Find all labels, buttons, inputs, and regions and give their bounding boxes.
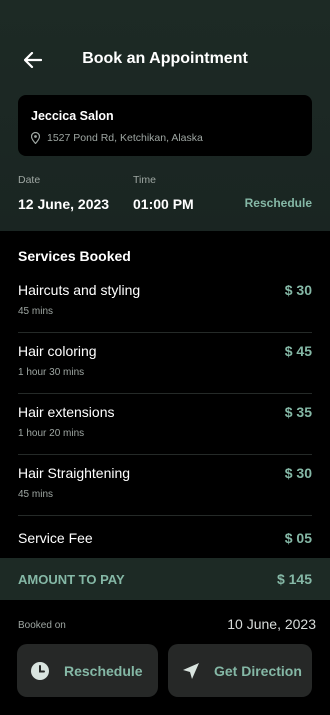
salon-address-row: 1527 Pond Rd, Ketchikan, Alaska (31, 132, 203, 144)
service-name: Hair Straightening (18, 465, 131, 481)
time-block: Time 01:00 PM (133, 174, 194, 212)
service-duration: 1 hour 20 mins (18, 428, 85, 439)
amount-value: $ 145 (276, 571, 312, 587)
service-fee-price: $ 05 (284, 530, 312, 546)
service-name: Haircuts and styling (18, 282, 141, 298)
reschedule-link[interactable]: Reschedule (245, 196, 312, 210)
services-title: Services Booked (18, 248, 131, 264)
page-title: Book an Appointment (82, 50, 248, 67)
location-pin-icon (31, 132, 40, 144)
clock-icon (31, 662, 49, 680)
booked-on-value: 10 June, 2023 (227, 616, 316, 632)
date-block: Date 12 June, 2023 (18, 174, 109, 212)
service-row: Hair extensions $ 35 1 hour 20 mins (18, 394, 312, 455)
service-duration: 45 mins (18, 306, 54, 317)
navigation-arrow-icon (183, 663, 199, 679)
service-row: Hair coloring $ 45 1 hour 30 mins (18, 333, 312, 394)
amount-label: AMOUNT TO PAY (18, 572, 125, 587)
service-row: Hair Straightening $ 30 45 mins (18, 455, 312, 516)
service-fee-label: Service Fee (18, 530, 93, 546)
service-duration: 45 mins (18, 489, 54, 500)
booked-on-label: Booked on (18, 620, 66, 631)
reschedule-button[interactable]: Reschedule (17, 644, 158, 697)
service-price: $ 30 (284, 465, 312, 481)
time-value: 01:00 PM (133, 196, 194, 212)
salon-card: Jeccica Salon 1527 Pond Rd, Ketchikan, A… (18, 95, 312, 156)
salon-name: Jeccica Salon (31, 109, 114, 123)
service-name: Hair coloring (18, 343, 97, 359)
amount-to-pay-bar: AMOUNT TO PAY $ 145 (0, 558, 330, 600)
service-row: Haircuts and styling $ 30 45 mins (18, 272, 312, 333)
service-price: $ 30 (284, 282, 312, 298)
salon-address: 1527 Pond Rd, Ketchikan, Alaska (47, 132, 203, 144)
get-direction-button-label: Get Direction (214, 663, 302, 679)
date-label: Date (18, 174, 41, 186)
get-direction-button[interactable]: Get Direction (168, 644, 312, 697)
service-name: Hair extensions (18, 404, 115, 420)
app-header: Book an Appointment (0, 44, 330, 76)
reschedule-button-label: Reschedule (64, 663, 143, 679)
service-price: $ 45 (284, 343, 312, 359)
time-label: Time (133, 174, 156, 186)
date-value: 12 June, 2023 (18, 196, 110, 212)
service-duration: 1 hour 30 mins (18, 367, 85, 378)
service-price: $ 35 (284, 404, 312, 420)
service-fee-row: Service Fee $ 05 (18, 528, 312, 556)
